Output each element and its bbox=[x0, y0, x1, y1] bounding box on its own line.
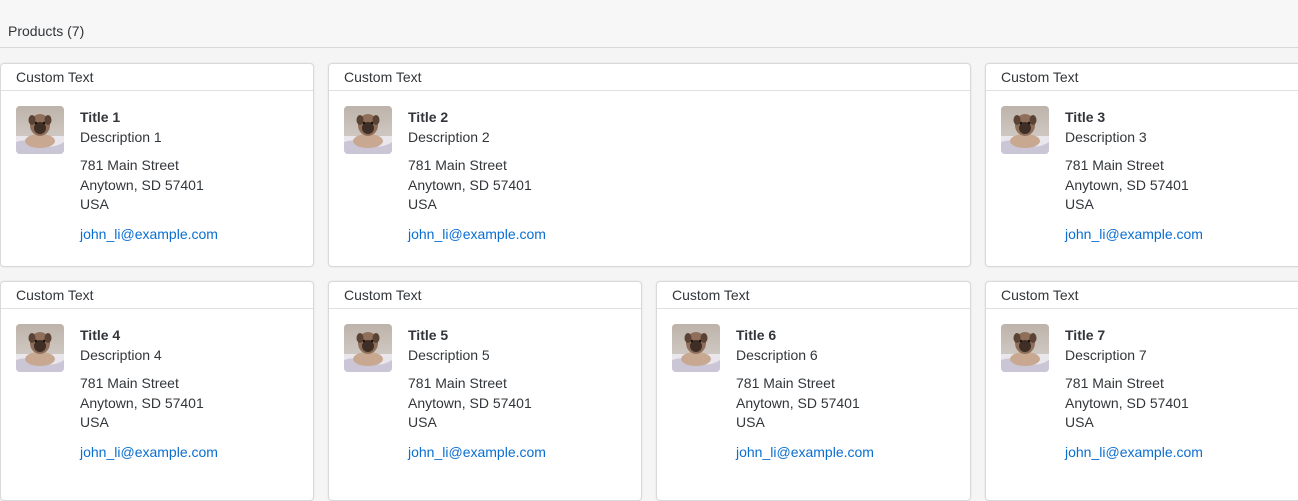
dog-photo-icon bbox=[1001, 324, 1049, 372]
card-address: 781 Main Street Anytown, SD 57401 USA bbox=[408, 156, 546, 215]
card-header-text: Custom Text bbox=[344, 69, 422, 85]
address-country: USA bbox=[1065, 414, 1094, 430]
dog-photo-icon bbox=[16, 324, 64, 372]
dog-photo-icon bbox=[344, 106, 392, 154]
avatar bbox=[672, 324, 720, 372]
email-link[interactable]: john_li@example.com bbox=[736, 443, 874, 461]
dog-photo-icon bbox=[344, 324, 392, 372]
email-link[interactable]: john_li@example.com bbox=[408, 225, 546, 243]
card-header: Custom Text bbox=[1, 282, 313, 309]
address-street: 781 Main Street bbox=[1065, 157, 1164, 173]
address-country: USA bbox=[80, 414, 109, 430]
card-address: 781 Main Street Anytown, SD 57401 USA bbox=[408, 374, 546, 433]
avatar bbox=[344, 324, 392, 372]
card-header-text: Custom Text bbox=[16, 287, 94, 303]
product-card[interactable]: Custom Text Title 5 Description 5 781 Ma… bbox=[328, 281, 642, 501]
card-description: Description 7 bbox=[1065, 347, 1147, 363]
card-header: Custom Text bbox=[329, 282, 641, 309]
card-title: Title 3 bbox=[1065, 109, 1106, 125]
card-header-text: Custom Text bbox=[672, 287, 750, 303]
address-city: Anytown, SD 57401 bbox=[80, 176, 204, 193]
card-address: 781 Main Street Anytown, SD 57401 USA bbox=[736, 374, 874, 433]
address-city: Anytown, SD 57401 bbox=[736, 394, 860, 411]
card-description: Description 5 bbox=[408, 347, 490, 363]
product-card[interactable]: Custom Text Title 3 Description 3 781 Ma… bbox=[985, 63, 1298, 267]
card-header: Custom Text bbox=[1, 64, 313, 91]
card-header-text: Custom Text bbox=[1001, 69, 1079, 85]
avatar bbox=[1001, 324, 1049, 372]
email-link[interactable]: john_li@example.com bbox=[1065, 443, 1203, 461]
dog-photo-icon bbox=[16, 106, 64, 154]
address-country: USA bbox=[80, 196, 109, 212]
card-content: Title 6 Description 6 781 Main Street An… bbox=[736, 326, 874, 461]
card-title: Title 7 bbox=[1065, 327, 1106, 343]
card-header: Custom Text bbox=[986, 282, 1298, 309]
address-street: 781 Main Street bbox=[736, 375, 835, 391]
card-title: Title 4 bbox=[80, 327, 121, 343]
card-content: Title 4 Description 4 781 Main Street An… bbox=[80, 326, 218, 461]
card-header-text: Custom Text bbox=[344, 287, 422, 303]
card-title: Title 6 bbox=[736, 327, 777, 343]
card-header: Custom Text bbox=[657, 282, 970, 309]
dog-photo-icon bbox=[672, 324, 720, 372]
card-description: Description 1 bbox=[80, 129, 162, 145]
card-header: Custom Text bbox=[329, 64, 970, 91]
product-card[interactable]: Custom Text Title 6 Description 6 781 Ma… bbox=[656, 281, 971, 501]
card-description: Description 6 bbox=[736, 347, 818, 363]
product-card[interactable]: Custom Text Title 7 Description 7 781 Ma… bbox=[985, 281, 1298, 501]
card-header: Custom Text bbox=[986, 64, 1298, 91]
address-street: 781 Main Street bbox=[80, 157, 179, 173]
address-street: 781 Main Street bbox=[408, 375, 507, 391]
card-description: Description 2 bbox=[408, 129, 490, 145]
product-card[interactable]: Custom Text Title 4 Description 4 781 Ma… bbox=[0, 281, 314, 501]
card-title: Title 2 bbox=[408, 109, 449, 125]
address-city: Anytown, SD 57401 bbox=[408, 394, 532, 411]
address-street: 781 Main Street bbox=[1065, 375, 1164, 391]
card-address: 781 Main Street Anytown, SD 57401 USA bbox=[80, 156, 218, 215]
address-street: 781 Main Street bbox=[408, 157, 507, 173]
avatar bbox=[344, 106, 392, 154]
card-address: 781 Main Street Anytown, SD 57401 USA bbox=[1065, 156, 1203, 215]
card-title: Title 1 bbox=[80, 109, 121, 125]
email-link[interactable]: john_li@example.com bbox=[80, 443, 218, 461]
avatar bbox=[1001, 106, 1049, 154]
dog-photo-icon bbox=[1001, 106, 1049, 154]
card-content: Title 2 Description 2 781 Main Street An… bbox=[408, 108, 546, 243]
avatar bbox=[16, 106, 64, 154]
card-description: Description 4 bbox=[80, 347, 162, 363]
address-street: 781 Main Street bbox=[80, 375, 179, 391]
address-country: USA bbox=[408, 414, 437, 430]
card-content: Title 3 Description 3 781 Main Street An… bbox=[1065, 108, 1203, 243]
card-description: Description 3 bbox=[1065, 129, 1147, 145]
address-city: Anytown, SD 57401 bbox=[408, 176, 532, 193]
product-card[interactable]: Custom Text Title 2 Description 2 781 Ma… bbox=[328, 63, 971, 267]
card-address: 781 Main Street Anytown, SD 57401 USA bbox=[1065, 374, 1203, 433]
card-grid: Custom Text Title 1 Description 1 781 Ma… bbox=[0, 0, 1298, 501]
address-city: Anytown, SD 57401 bbox=[1065, 394, 1189, 411]
card-content: Title 7 Description 7 781 Main Street An… bbox=[1065, 326, 1203, 461]
email-link[interactable]: john_li@example.com bbox=[408, 443, 546, 461]
card-content: Title 1 Description 1 781 Main Street An… bbox=[80, 108, 218, 243]
card-content: Title 5 Description 5 781 Main Street An… bbox=[408, 326, 546, 461]
card-address: 781 Main Street Anytown, SD 57401 USA bbox=[80, 374, 218, 433]
avatar bbox=[16, 324, 64, 372]
card-title: Title 5 bbox=[408, 327, 449, 343]
card-header-text: Custom Text bbox=[16, 69, 94, 85]
email-link[interactable]: john_li@example.com bbox=[1065, 225, 1203, 243]
email-link[interactable]: john_li@example.com bbox=[80, 225, 218, 243]
address-country: USA bbox=[736, 414, 765, 430]
address-city: Anytown, SD 57401 bbox=[1065, 176, 1189, 193]
address-city: Anytown, SD 57401 bbox=[80, 394, 204, 411]
address-country: USA bbox=[1065, 196, 1094, 212]
address-country: USA bbox=[408, 196, 437, 212]
product-card[interactable]: Custom Text Title 1 Description 1 781 Ma… bbox=[0, 63, 314, 267]
card-header-text: Custom Text bbox=[1001, 287, 1079, 303]
